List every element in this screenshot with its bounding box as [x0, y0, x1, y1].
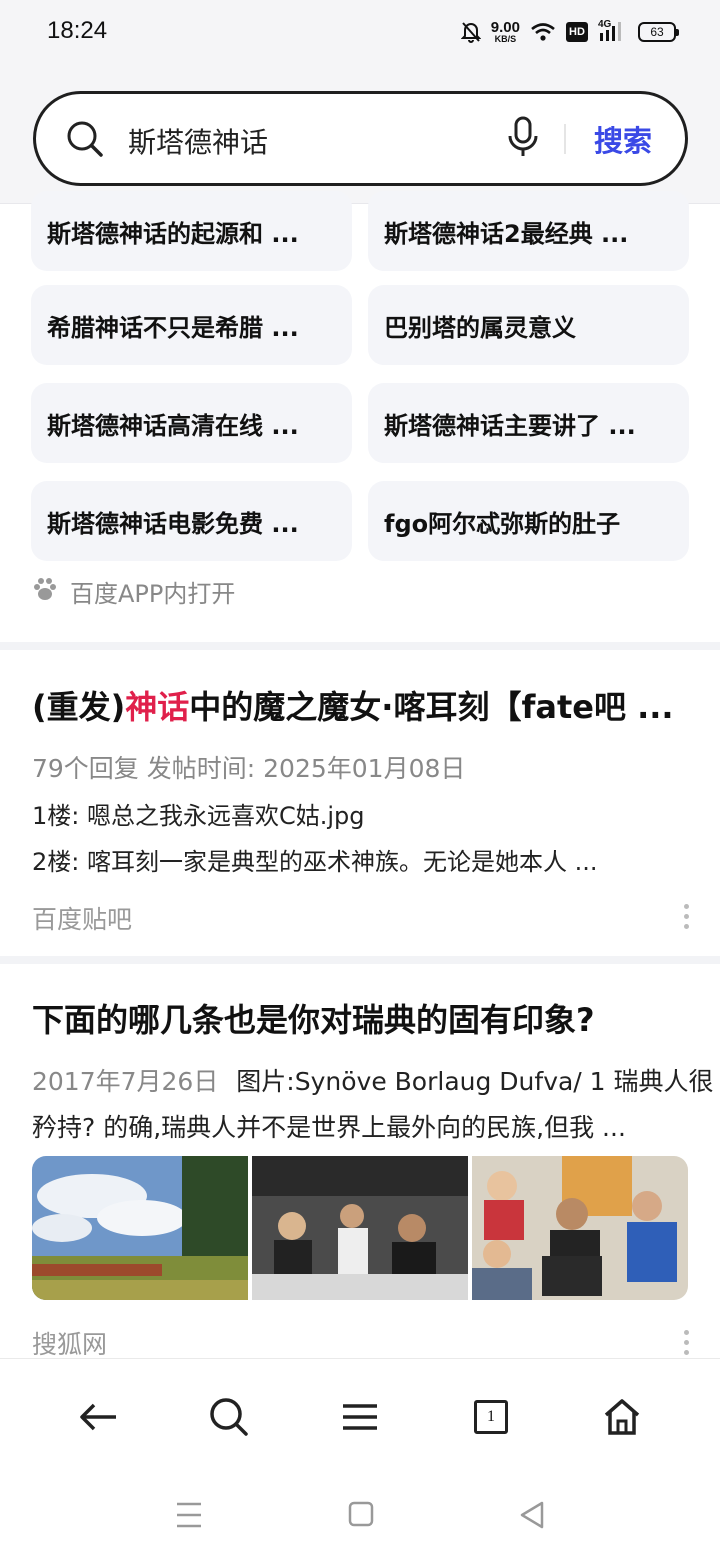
result-image-landscape[interactable]	[32, 1156, 248, 1300]
back-arrow-icon[interactable]	[76, 1395, 120, 1439]
status-time: 18:24	[47, 17, 108, 44]
result-snippet-text: 图片:Synöve Borlaug Dufva/ 1 瑞典人很	[236, 1067, 714, 1096]
search-icon	[66, 120, 104, 162]
result-title[interactable]: (重发)神话中的魔之魔女·喀耳刻【fate吧 ...	[32, 682, 688, 728]
paw-icon	[32, 576, 58, 608]
wifi-icon	[530, 22, 556, 42]
hd-badge: HD	[566, 22, 588, 42]
tabs-icon[interactable]: 1	[469, 1395, 513, 1439]
tab-count: 1	[474, 1400, 508, 1434]
related-search-chip[interactable]: 斯塔德神话电影免费 ...	[31, 481, 352, 561]
result-title[interactable]: 下面的哪几条也是你对瑞典的固有印象?	[32, 995, 595, 1041]
result-line: 2楼: 喀耳刻一家是典型的巫术神族。无论是她本人 ...	[32, 848, 598, 876]
related-search-chip[interactable]: 斯塔德神话主要讲了 ...	[368, 383, 689, 463]
result-image-row[interactable]	[32, 1156, 688, 1300]
result-date: 2017年7月26日	[32, 1067, 219, 1096]
result-source: 搜狐网	[32, 1330, 108, 1359]
result-line: 1楼: 嗯总之我永远喜欢C姑.jpg	[32, 802, 365, 830]
open-in-app-label: 百度APP内打开	[70, 580, 236, 608]
related-search-chip[interactable]: fgo阿尔忒弥斯的肚子	[368, 481, 689, 561]
battery-icon: 63	[638, 22, 679, 42]
result-snippet-line: 矜持? 的确,瑞典人并不是世界上最外向的民族,但我 ...	[32, 1113, 626, 1142]
net-speed: 9.00 KB/S	[491, 20, 520, 44]
status-icons: 9.00 KB/S HD 4G 63	[460, 16, 679, 48]
result-source: 百度贴吧	[32, 905, 133, 934]
browser-bottom-nav: 1	[0, 1358, 720, 1472]
status-bar: 18:24 9.00 KB/S HD 4G 63	[0, 0, 720, 64]
related-search-chip[interactable]: 斯塔德神话高清在线 ...	[31, 383, 352, 463]
search-box[interactable]: 斯塔德神话 搜索	[33, 91, 688, 186]
mute-bell-icon	[460, 21, 481, 43]
related-search-chip[interactable]: 斯塔德神话的起源和 ...	[31, 191, 352, 271]
net-speed-value: 9.00	[490, 19, 520, 36]
section-divider	[0, 642, 720, 650]
more-options-icon[interactable]	[684, 904, 690, 929]
search-icon[interactable]	[207, 1395, 251, 1439]
related-search-chip[interactable]: 斯塔德神话2最经典 ...	[368, 191, 689, 271]
result-image-restaurant[interactable]	[252, 1156, 468, 1300]
menu-icon[interactable]	[338, 1395, 382, 1439]
search-button[interactable]: 搜索	[594, 118, 652, 160]
open-in-app-link[interactable]: 百度APP内打开	[32, 574, 235, 609]
home-square-icon[interactable]	[347, 1500, 375, 1534]
battery-level: 63	[650, 25, 664, 39]
system-back-icon[interactable]	[518, 1500, 546, 1534]
search-header: 斯塔德神话 搜索	[0, 64, 720, 204]
result-title-prefix: (重发)	[32, 688, 126, 726]
section-divider	[0, 956, 720, 964]
result-image-office[interactable]	[472, 1156, 688, 1300]
result-title-rest: 中的魔之魔女·喀耳刻【fate吧 ...	[189, 688, 674, 726]
result-title-highlight: 神话	[125, 688, 190, 726]
home-icon[interactable]	[600, 1395, 644, 1439]
related-search-chip[interactable]: 希腊神话不只是希腊 ...	[31, 285, 352, 365]
search-divider	[564, 124, 566, 154]
net-speed-unit: KB/S	[494, 34, 517, 44]
system-nav-bar	[0, 1472, 720, 1560]
result-meta: 79个回复 发帖时间: 2025年01月08日	[32, 754, 466, 783]
recent-apps-icon[interactable]	[175, 1500, 203, 1534]
microphone-icon[interactable]	[506, 116, 540, 164]
result-snippet: 2017年7月26日 图片:Synöve Borlaug Dufva/ 1 瑞典…	[32, 1062, 714, 1098]
more-options-icon[interactable]	[684, 1330, 690, 1355]
related-search-chip[interactable]: 巴别塔的属灵意义	[368, 285, 689, 365]
search-input[interactable]: 斯塔德神话	[128, 121, 268, 161]
signal-icon: 4G	[598, 19, 628, 43]
